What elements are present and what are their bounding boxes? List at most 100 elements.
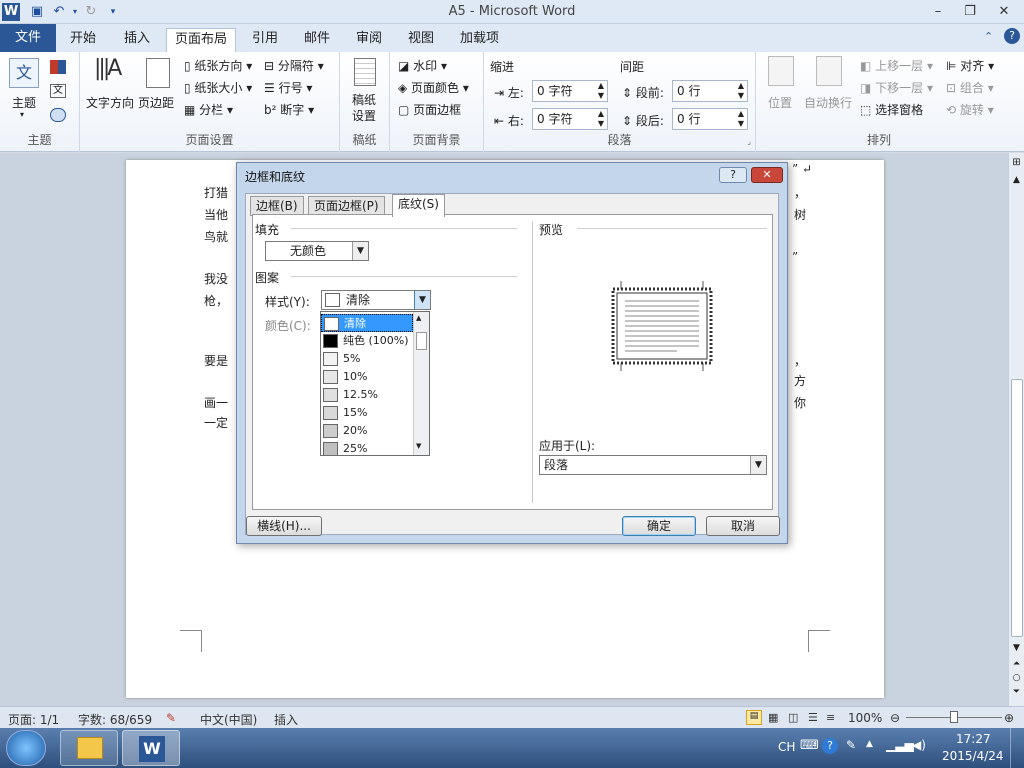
scroll-up-icon[interactable]: ▲ — [1010, 175, 1023, 189]
margins-button[interactable]: 页边距 — [138, 94, 174, 111]
apply-to-select[interactable]: 段落 ▼ — [539, 455, 767, 475]
columns-button[interactable]: ▦ 分栏 ▾ — [184, 101, 233, 118]
dropdown-item[interactable]: 5% — [321, 350, 413, 368]
close-window-button[interactable]: ✕ — [990, 2, 1018, 22]
indent-left-input[interactable]: 0 字符 ▲ ▼ — [532, 80, 608, 102]
proofing-icon[interactable]: ✎ — [166, 711, 176, 725]
indent-right-input[interactable]: 0 字符 ▲ ▼ — [532, 108, 608, 130]
fill-dropdown-icon[interactable]: ▼ — [352, 242, 368, 260]
size-button[interactable]: ▯ 纸张大小 ▾ — [184, 79, 252, 96]
line-numbers-button[interactable]: ☰ 行号 ▾ — [264, 79, 312, 96]
vertical-scrollbar[interactable]: ⊞ ▲ ▼ ⏶ ○ ⏷ — [1008, 153, 1024, 706]
spacing-after-input[interactable]: 0 行 ▲ ▼ — [672, 108, 748, 130]
hyphenation-button[interactable]: b² 断字 ▾ — [264, 101, 314, 118]
show-desktop-button[interactable] — [1010, 728, 1024, 768]
previous-page-icon[interactable]: ⏶ — [1010, 659, 1023, 673]
clock-time[interactable]: 17:27 — [956, 732, 991, 746]
zoom-in-icon[interactable]: ⊕ — [1004, 711, 1014, 725]
scroll-thumb[interactable] — [1011, 379, 1023, 637]
tab-review[interactable]: 审阅 — [348, 28, 390, 52]
tab-mailings[interactable]: 邮件 — [296, 28, 338, 52]
dropdown-item[interactable]: 20% — [321, 422, 413, 440]
dropdown-item[interactable]: 10% — [321, 368, 413, 386]
draft-paper-button[interactable]: 稿纸 设置 — [352, 92, 376, 124]
dialog-help-button[interactable]: ? — [719, 167, 747, 183]
tab-view[interactable]: 视图 — [400, 28, 442, 52]
dropdown-scrollbar[interactable]: ▲ ▼ — [413, 312, 429, 455]
minimize-button[interactable]: – — [924, 2, 952, 22]
draft-view-icon[interactable]: ≡ — [826, 711, 835, 724]
dropdown-scroll-down-icon[interactable]: ▼ — [416, 442, 421, 450]
zoom-level[interactable]: 100% — [848, 711, 882, 725]
network-icon[interactable]: ▁▃▅ — [886, 738, 914, 752]
full-screen-reading-icon[interactable]: ▦ — [768, 711, 778, 724]
tab-shading[interactable]: 底纹(S) — [392, 194, 445, 217]
margins-icon[interactable] — [146, 58, 170, 88]
watermark-button[interactable]: ◪ 水印 ▾ — [398, 57, 447, 74]
text-direction-button[interactable]: 文字方向 — [86, 94, 134, 111]
style-dropdown-list[interactable]: 清除 纯色 (100%) 5% 10% 12.5% 15% 20% 25% ▲ ▼ — [320, 311, 430, 456]
ime-help-icon[interactable]: ? — [822, 738, 838, 754]
tab-page-layout[interactable]: 页面布局 — [166, 28, 237, 52]
web-layout-icon[interactable]: ◫ — [788, 711, 798, 724]
clock-date[interactable]: 2015/4/24 — [942, 749, 1004, 763]
apply-to-dropdown-icon[interactable]: ▼ — [750, 456, 766, 474]
page-count[interactable]: 页面: 1/1 — [8, 711, 59, 728]
ime-settings-icon[interactable]: ✎ — [846, 738, 856, 752]
tab-insert[interactable]: 插入 — [116, 28, 158, 52]
next-page-icon[interactable]: ⏷ — [1010, 687, 1023, 701]
tab-file[interactable]: 文件 — [0, 24, 56, 52]
dropdown-item[interactable]: 12.5% — [321, 386, 413, 404]
word-count[interactable]: 字数: 68/659 — [78, 711, 152, 728]
outline-icon[interactable]: ☰ — [808, 711, 818, 724]
horizontal-line-button[interactable]: 横线(H)... — [246, 516, 322, 536]
taskbar-word[interactable]: W — [122, 730, 180, 766]
scroll-down-icon[interactable]: ▼ — [1010, 643, 1023, 657]
dropdown-scroll-up-icon[interactable]: ▲ — [416, 314, 421, 322]
spacing-before-input[interactable]: 0 行 ▲ ▼ — [672, 80, 748, 102]
dialog-close-button[interactable]: ✕ — [751, 167, 783, 183]
start-button[interactable] — [6, 730, 46, 766]
tab-borders[interactable]: 边框(B) — [250, 196, 304, 216]
tab-home[interactable]: 开始 — [62, 28, 104, 52]
language-indicator[interactable]: 中文(中国) — [200, 711, 257, 728]
dropdown-item[interactable]: 纯色 (100%) — [321, 332, 413, 350]
orientation-button[interactable]: ▯ 纸张方向 ▾ — [184, 57, 252, 74]
text-direction-icon[interactable]: |||A — [94, 56, 126, 90]
tab-addins[interactable]: 加载项 — [452, 28, 507, 52]
zoom-slider-thumb[interactable] — [950, 711, 958, 723]
volume-icon[interactable]: ◀) — [912, 738, 926, 752]
theme-icon[interactable]: 文 — [9, 58, 39, 88]
tab-references[interactable]: 引用 — [244, 28, 286, 52]
dropdown-item[interactable]: 25% — [321, 440, 413, 455]
dropdown-item[interactable]: 15% — [321, 404, 413, 422]
collapse-ribbon-icon[interactable]: ⌃ — [984, 30, 1000, 46]
fill-color-select[interactable]: 无颜色 ▼ — [265, 241, 369, 261]
tray-expand-icon[interactable]: ▲ — [866, 739, 873, 749]
selection-pane-button[interactable]: ⬚ 选择窗格 — [860, 101, 923, 118]
page-color-button[interactable]: ◈ 页面颜色 ▾ — [398, 79, 469, 96]
theme-button[interactable]: 主题 — [12, 94, 36, 111]
cancel-button[interactable]: 取消 — [706, 516, 780, 536]
tab-page-border[interactable]: 页面边框(P) — [308, 196, 385, 216]
dropdown-scroll-thumb[interactable] — [416, 332, 427, 350]
ruler-toggle-icon[interactable]: ⊞ — [1010, 157, 1023, 171]
insert-mode[interactable]: 插入 — [274, 711, 298, 728]
page-border-button[interactable]: ▢ 页面边框 — [398, 101, 461, 118]
style-select[interactable]: 清除 ▼ — [321, 290, 431, 310]
ime-indicator[interactable]: CH — [778, 740, 795, 754]
align-button[interactable]: ⊫ 对齐 ▾ — [946, 57, 994, 74]
zoom-out-icon[interactable]: ⊖ — [890, 711, 900, 725]
print-layout-icon[interactable]: ▤ — [746, 710, 762, 725]
theme-fonts-icon[interactable]: 文 — [50, 84, 66, 98]
theme-dropdown-icon[interactable]: ▾ — [20, 110, 24, 119]
breaks-button[interactable]: ⊟ 分隔符 ▾ — [264, 57, 324, 74]
theme-colors-icon[interactable] — [50, 60, 66, 74]
style-dropdown-icon[interactable]: ▼ — [414, 291, 430, 309]
theme-effects-icon[interactable] — [50, 108, 66, 122]
ok-button[interactable]: 确定 — [622, 516, 696, 536]
paragraph-launcher-icon[interactable]: ⌟ — [747, 137, 751, 146]
browse-object-icon[interactable]: ○ — [1010, 673, 1023, 687]
draft-paper-icon[interactable] — [354, 58, 376, 86]
dropdown-item[interactable]: 清除 — [321, 314, 413, 332]
